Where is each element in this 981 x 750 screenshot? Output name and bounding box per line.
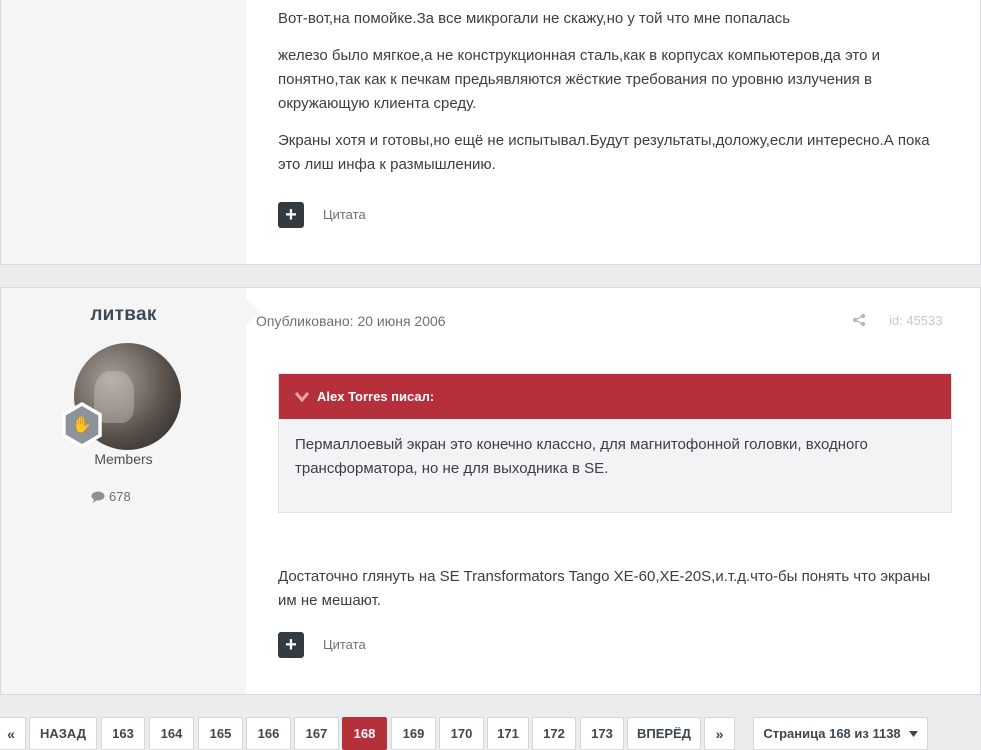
post-1-body: Вот-вот,на помойке.За все микрогали не с…	[278, 7, 950, 190]
quote-header[interactable]: Alex Torres писал:	[279, 374, 951, 419]
chevron-down-icon	[295, 391, 309, 402]
page-163[interactable]: 163	[101, 717, 145, 750]
page-169[interactable]: 169	[391, 717, 436, 750]
quote-author: Alex Torres писал:	[317, 389, 435, 404]
page-172[interactable]: 172	[532, 717, 576, 750]
comment-icon	[91, 491, 105, 503]
quote-text: Пермаллоевый экран это конечно классно, …	[295, 436, 868, 477]
page-168-current[interactable]: 168	[342, 717, 387, 750]
plus-icon: +	[285, 204, 297, 226]
quote-link[interactable]: Цитата	[323, 637, 366, 652]
post-1-paragraph-1: Вот-вот,на помойке.За все микрогали не с…	[278, 10, 791, 27]
quote-block: Alex Torres писал: Пермаллоевый экран эт…	[278, 373, 952, 513]
post-1: Вот-вот,на помойке.За все микрогали не с…	[0, 0, 981, 265]
share-icon[interactable]	[852, 313, 866, 330]
author-column	[1, 0, 246, 264]
plus-icon: +	[285, 634, 297, 656]
post-1-paragraph-3: Экраны хотя и готовы,но ещё не испытывал…	[278, 132, 930, 173]
page-167[interactable]: 167	[294, 717, 339, 750]
page-166[interactable]: 166	[246, 717, 291, 750]
multiquote-button[interactable]: +	[278, 632, 304, 658]
post-2: литвак ✋ Members 678 Опубликовано: 20 ию…	[0, 287, 981, 695]
caret-down-icon	[908, 730, 918, 737]
prev-page-button[interactable]: НАЗАД	[29, 717, 97, 750]
author-name[interactable]: литвак	[1, 304, 246, 326]
post-date: Опубликовано: 20 июня 2006	[256, 313, 446, 329]
post-count-value: 678	[109, 489, 131, 504]
post-1-paragraph-2: железо было мягкое,а не конструкционная …	[278, 47, 880, 112]
pagination: « НАЗАД 163 164 165 166 167 168 169 170 …	[0, 717, 981, 750]
post-count: 678	[91, 489, 131, 504]
last-page-button[interactable]: »	[704, 717, 735, 750]
first-page-button[interactable]: «	[0, 717, 26, 750]
author-column: литвак ✋ Members 678	[1, 288, 260, 694]
member-group: Members	[94, 451, 153, 467]
multiquote-button[interactable]: +	[278, 202, 304, 228]
page-jump-dropdown[interactable]: Страница 168 из 1138	[753, 717, 928, 750]
post-id[interactable]: id: 45533	[889, 313, 943, 328]
page-171[interactable]: 171	[487, 717, 529, 750]
quote-link[interactable]: Цитата	[323, 207, 366, 222]
page-165[interactable]: 165	[198, 717, 243, 750]
post-2-body: Достаточно глянуть на SE Transformators …	[278, 568, 931, 609]
page-of-label: Страница 168 из 1138	[763, 726, 901, 741]
next-page-button[interactable]: ВПЕРЁД	[627, 717, 701, 750]
page-173[interactable]: 173	[580, 717, 624, 750]
page-164[interactable]: 164	[149, 717, 194, 750]
page-170[interactable]: 170	[439, 717, 484, 750]
